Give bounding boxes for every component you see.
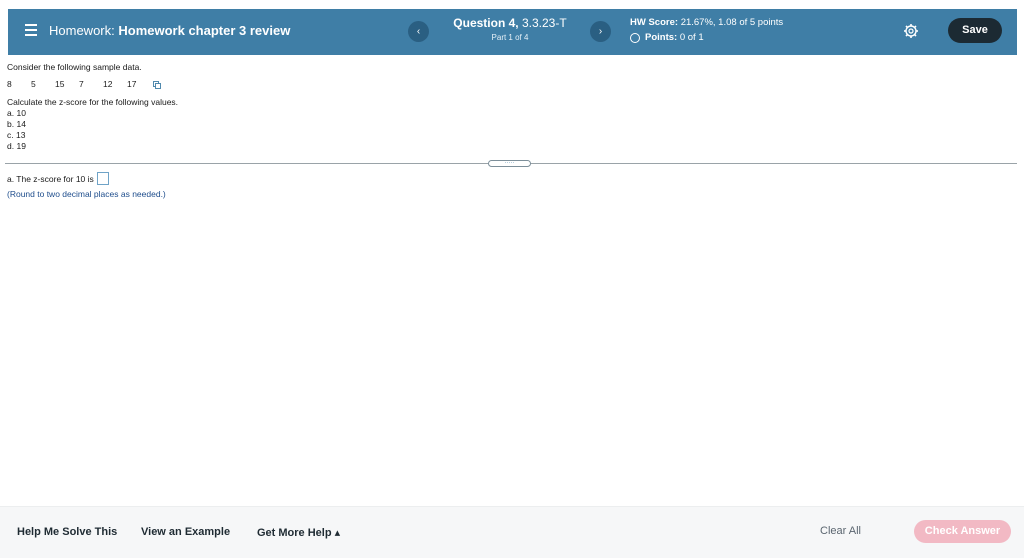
sample-value: 17 [127, 79, 137, 89]
sample-data-row: 8 5 15 7 12 17 [7, 79, 178, 90]
question-parts-list: a. 10 b. 14 c. 13 d. 19 [7, 108, 178, 152]
sample-value: 5 [31, 79, 36, 89]
part-letter: c. [7, 130, 14, 140]
points-label: Points: [645, 32, 678, 43]
question-body: Consider the following sample data. 8 5 … [7, 62, 178, 152]
sample-value: 8 [7, 79, 12, 89]
part-letter: d. [7, 141, 15, 151]
answer-area: a. The z-score for 10 is (Round to two d… [7, 172, 166, 199]
footer-bar: Help Me Solve This View an Example Get M… [0, 506, 1024, 558]
question-part-item: d. 19 [7, 141, 178, 152]
settings-gear-icon[interactable] [903, 23, 919, 39]
check-answer-button[interactable]: Check Answer [914, 520, 1011, 543]
view-example-button[interactable]: View an Example [141, 526, 230, 538]
hw-score-value: 21.67%, 1.08 of 5 points [680, 17, 784, 28]
question-label: Question 4, [453, 16, 519, 30]
points-value: 0 of 1 [679, 32, 704, 43]
part-letter: a. [7, 108, 15, 118]
copy-data-icon[interactable] [153, 80, 161, 89]
sample-value: 15 [55, 79, 65, 89]
rounding-hint: (Round to two decimal places as needed.) [7, 189, 166, 199]
part-value: 19 [16, 141, 26, 151]
help-me-solve-button[interactable]: Help Me Solve This [17, 526, 117, 538]
score-panel: HW Score: 21.67%, 1.08 of 5 points Point… [630, 17, 783, 43]
part-letter: b. [7, 119, 15, 129]
question-part: Part 1 of 4 [491, 33, 529, 42]
part-value: 13 [16, 130, 26, 140]
homework-title-prefix: Homework: [49, 23, 115, 38]
question-part-item: a. 10 [7, 108, 178, 119]
question-part-item: b. 14 [7, 119, 178, 130]
question-intro: Consider the following sample data. [7, 62, 142, 72]
save-button[interactable]: Save [948, 18, 1002, 43]
question-id: 3.3.23-T [521, 16, 567, 30]
part-value: 10 [16, 108, 26, 118]
next-question-button[interactable]: › [590, 21, 611, 42]
clear-all-button[interactable]: Clear All [820, 525, 861, 537]
pane-resize-handle[interactable]: ····· [488, 160, 531, 167]
header-bar: Homework: Homework chapter 3 review ‹ Qu… [8, 9, 1017, 55]
answer-input[interactable] [96, 172, 109, 185]
hamburger-menu-icon[interactable] [25, 24, 37, 36]
question-part-item: c. 13 [7, 130, 178, 141]
part-value: 14 [16, 119, 26, 129]
previous-question-button[interactable]: ‹ [408, 21, 429, 42]
answer-prompt: a. The z-score for 10 is [7, 173, 94, 184]
homework-title-name: Homework chapter 3 review [118, 23, 291, 38]
homework-title: Homework: Homework chapter 3 review [49, 23, 290, 38]
question-info: Question 4, 3.3.23-T Part 1 of 4 [438, 16, 582, 42]
get-more-help-button[interactable]: Get More Help ▴ [257, 526, 340, 539]
question-instruction: Calculate the z-score for the following … [7, 97, 179, 107]
sample-value: 12 [103, 79, 113, 89]
points-status-icon [630, 32, 640, 43]
hw-score-label: HW Score: [630, 17, 679, 28]
sample-value: 7 [79, 79, 84, 89]
